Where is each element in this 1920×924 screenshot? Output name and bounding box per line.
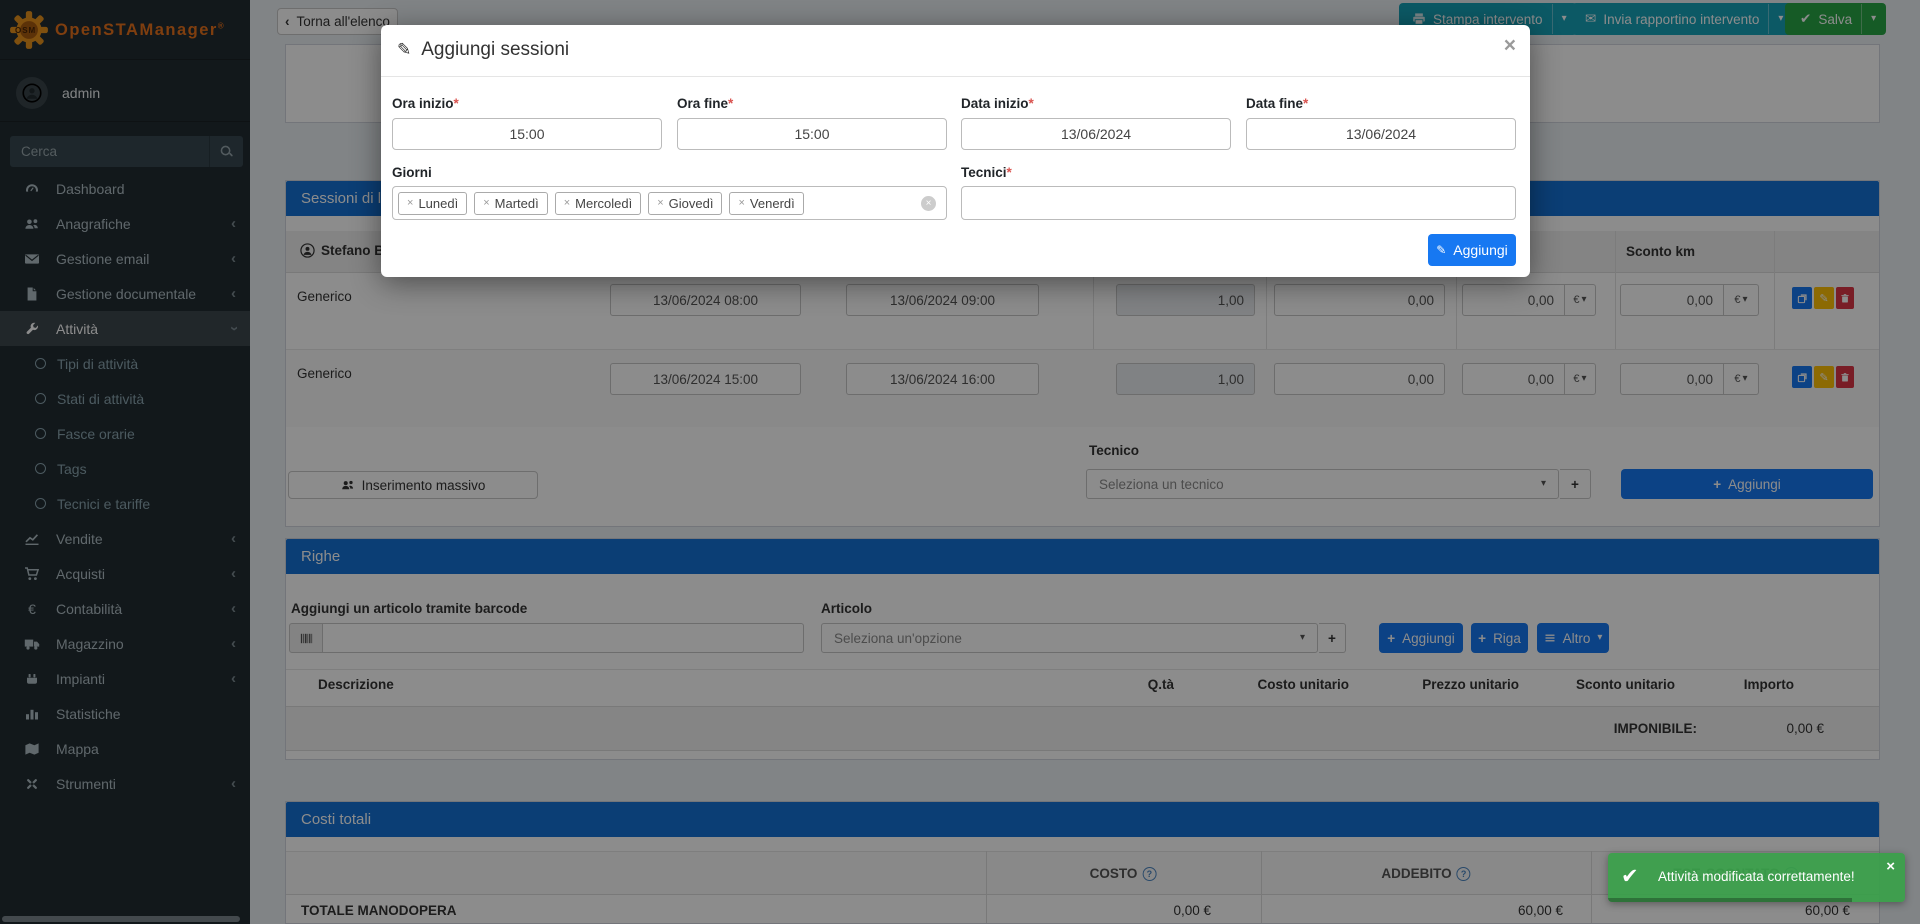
ora-inizio-input[interactable]: 15:00 (392, 118, 662, 150)
close-icon[interactable]: × (1504, 35, 1516, 56)
toast-progress-bar (1608, 898, 1852, 902)
remove-tag-icon[interactable]: × (657, 197, 663, 209)
day-tag-mercoledi: ×Mercoledì (555, 192, 642, 215)
modal-title: ✎ Aggiungi sessioni (397, 39, 569, 61)
giorni-multiselect[interactable]: ×Lunedì ×Martedì ×Mercoledì ×Giovedì ×Ve… (392, 186, 947, 220)
remove-tag-icon[interactable]: × (738, 197, 744, 209)
day-tag-lunedi: ×Lunedì (398, 192, 467, 215)
remove-tag-icon[interactable]: × (407, 197, 413, 209)
day-tag-giovedi: ×Giovedì (648, 192, 722, 215)
tecnici-label: Tecnici* (961, 165, 1012, 180)
modal-add-button[interactable]: ✎ Aggiungi (1428, 234, 1516, 266)
ora-inizio-label: Ora inizio* (392, 96, 459, 111)
modal-header: ✎ Aggiungi sessioni × (381, 25, 1530, 77)
openstamanager-window: OSM OpenSTAManager® admin Dashboard Anag… (0, 0, 1920, 924)
data-inizio-label: Data inizio* (961, 96, 1034, 111)
data-fine-label: Data fine* (1246, 96, 1308, 111)
edit-icon: ✎ (1436, 243, 1446, 257)
pencil-icon: ✎ (397, 40, 411, 60)
check-icon: ✔ (1621, 864, 1639, 889)
toast-close-icon[interactable]: × (1886, 858, 1895, 875)
toast-message: Attività modificata correttamente! (1658, 869, 1855, 884)
remove-tag-icon[interactable]: × (483, 197, 489, 209)
ora-fine-label: Ora fine* (677, 96, 733, 111)
giorni-label: Giorni (392, 165, 432, 180)
clear-all-icon[interactable]: × (921, 196, 936, 211)
success-toast[interactable]: ✔ Attività modificata correttamente! × (1608, 853, 1905, 902)
ora-fine-input[interactable]: 15:00 (677, 118, 947, 150)
add-sessions-modal: ✎ Aggiungi sessioni × Ora inizio* Ora fi… (381, 25, 1530, 277)
day-tag-martedi: ×Martedì (474, 192, 548, 215)
data-fine-input[interactable]: 13/06/2024 (1246, 118, 1516, 150)
tecnici-input[interactable] (961, 186, 1516, 220)
remove-tag-icon[interactable]: × (564, 197, 570, 209)
day-tag-venerdi: ×Venerdì (729, 192, 803, 215)
data-inizio-input[interactable]: 13/06/2024 (961, 118, 1231, 150)
